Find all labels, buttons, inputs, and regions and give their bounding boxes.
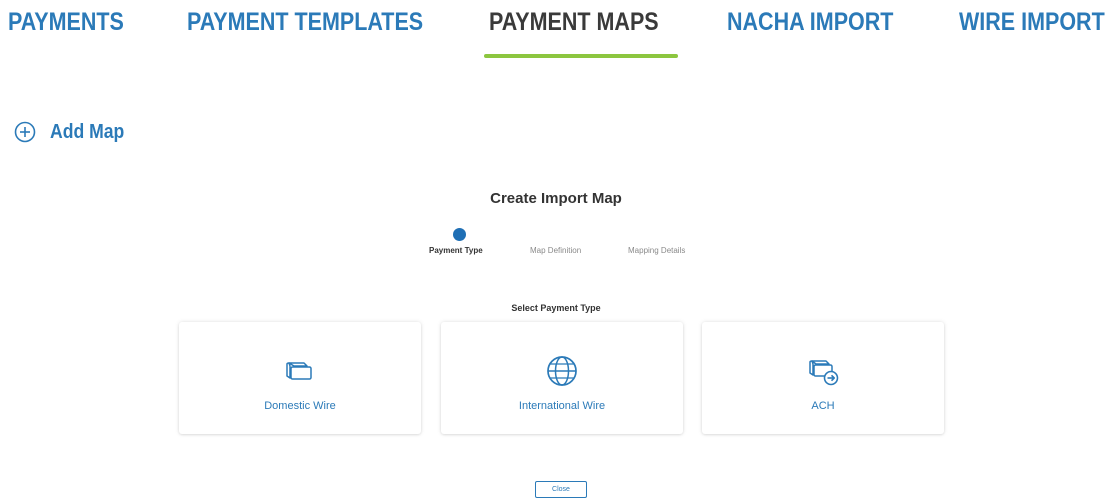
- tab-nacha-import[interactable]: NACHA IMPORT: [727, 8, 893, 37]
- option-card-ach[interactable]: ACH: [702, 322, 944, 434]
- select-payment-type-label: Select Payment Type: [511, 303, 601, 313]
- tab-payments[interactable]: PAYMENTS: [8, 8, 124, 37]
- option-label-ach: ACH: [811, 400, 835, 412]
- tab-payment-maps[interactable]: PAYMENT MAPS: [489, 8, 659, 37]
- add-map-button[interactable]: Add Map: [14, 120, 134, 144]
- step-payment-type: Payment Type: [429, 246, 483, 255]
- active-tab-indicator: [484, 54, 678, 58]
- step-map-definition: Map Definition: [530, 246, 582, 255]
- add-map-label: Add Map: [50, 120, 125, 143]
- step-mapping-details: Mapping Details: [628, 246, 686, 255]
- current-step-dot: [453, 228, 466, 241]
- money-bills-icon: [283, 354, 317, 388]
- close-button[interactable]: Close: [535, 481, 587, 498]
- plus-circle-icon: [14, 121, 36, 143]
- payment-maps-page: PAYMENTS PAYMENT TEMPLATES PAYMENT MAPS …: [0, 0, 1112, 498]
- tab-wire-import[interactable]: WIRE IMPORT: [959, 8, 1105, 37]
- option-label-domestic-wire: Domestic Wire: [264, 400, 336, 412]
- tab-payment-templates[interactable]: PAYMENT TEMPLATES: [187, 8, 423, 37]
- option-card-international-wire[interactable]: International Wire: [441, 322, 683, 434]
- option-card-domestic-wire[interactable]: Domestic Wire: [179, 322, 421, 434]
- money-bills-transfer-icon: [806, 354, 840, 388]
- stepper: Payment Type Map Definition Mapping Deta…: [0, 226, 1112, 262]
- dialog-title: Create Import Map: [490, 190, 622, 207]
- option-label-international-wire: International Wire: [518, 400, 606, 412]
- globe-icon: [545, 354, 579, 388]
- main-tabs: PAYMENTS PAYMENT TEMPLATES PAYMENT MAPS …: [0, 0, 1112, 60]
